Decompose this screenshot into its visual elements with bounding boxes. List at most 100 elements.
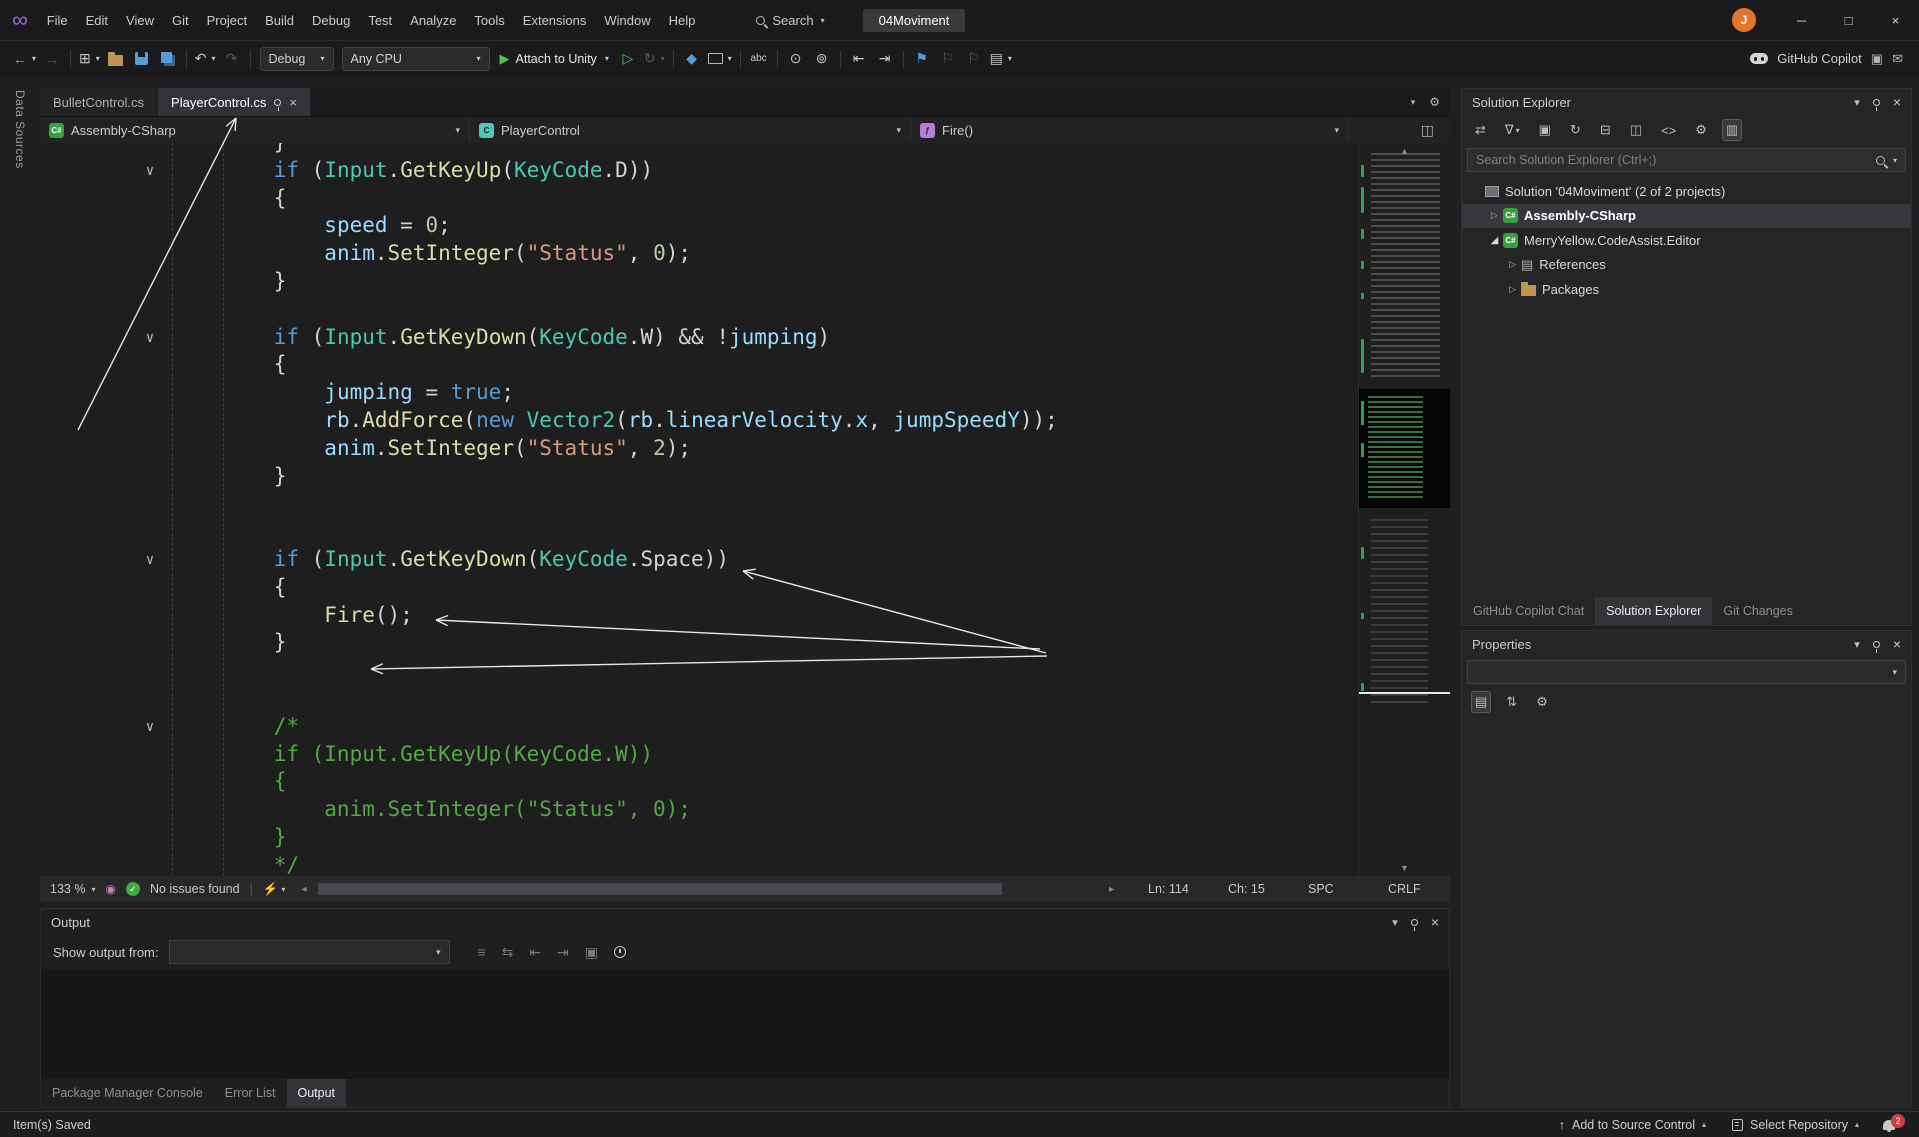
- tree-item-merryyellow-codeassist-editor[interactable]: ◢C#MerryYellow.CodeAssist.Editor: [1462, 228, 1911, 253]
- save-all-button[interactable]: [155, 46, 181, 72]
- code-line[interactable]: anim.SetInteger("Status", 2);: [40, 435, 1356, 463]
- code-line[interactable]: if (Input.GetKeyUp(KeyCode.W)): [40, 741, 1356, 769]
- recent-files-icon[interactable]: ▣: [1536, 120, 1554, 140]
- github-copilot-group[interactable]: GitHub Copilot ▣ ✉: [1750, 51, 1903, 67]
- show-all-files-icon[interactable]: ◫: [1627, 120, 1645, 140]
- collapse-all-icon[interactable]: ⊟: [1597, 120, 1614, 140]
- minimize-button[interactable]: ─: [1778, 0, 1825, 40]
- code-line[interactable]: ∨ if (Input.GetKeyDown(KeyCode.Space)): [40, 546, 1356, 574]
- tab-bulletcontrol[interactable]: BulletControl.cs: [40, 88, 158, 116]
- attach-to-unity-button[interactable]: ▶ Attach to Unity ▾: [494, 46, 615, 72]
- start-without-debugging-button[interactable]: ▷: [615, 46, 641, 72]
- undo-button[interactable]: ↶ ▾: [192, 46, 219, 72]
- solution-search-box[interactable]: ▾: [1467, 148, 1906, 172]
- menu-item-3[interactable]: Git: [163, 0, 198, 40]
- horizontal-scrollbar[interactable]: ◂ ▸: [295, 876, 1120, 902]
- scroll-left-icon[interactable]: ◂: [301, 884, 306, 895]
- code-line[interactable]: anim.SetInteger("Status", 0);: [40, 240, 1356, 268]
- task-list-button[interactable]: ▤ ▾: [987, 46, 1015, 72]
- pin-icon[interactable]: [274, 99, 281, 106]
- navigate-forward-button[interactable]: →: [39, 46, 65, 72]
- code-cleanup-button[interactable]: ⚡ ▾: [263, 882, 286, 897]
- code-line[interactable]: rb.AddForce(new Vector2(rb.linearVelocit…: [40, 407, 1356, 435]
- close-icon[interactable]: ×: [1893, 636, 1901, 652]
- tree-item-references[interactable]: ▷▤References: [1462, 253, 1911, 278]
- preview-in-browser-button[interactable]: ▾: [705, 46, 735, 72]
- code-editor[interactable]: } ∨ if (Input.GetKeyUp(KeyCode.D)) { spee…: [40, 143, 1450, 876]
- code-line[interactable]: jumping = true;: [40, 379, 1356, 407]
- member-dropdown[interactable]: ƒ Fire() ▾: [911, 117, 1349, 143]
- menu-item-8[interactable]: Analyze: [401, 0, 465, 40]
- tab-solution-explorer[interactable]: Solution Explorer: [1595, 597, 1712, 625]
- scrollbar-thumb[interactable]: [318, 883, 1001, 895]
- view-code-icon[interactable]: <>: [1658, 121, 1679, 140]
- tree-item-solution-04moviment-2-of-2-pro[interactable]: Solution '04Moviment' (2 of 2 projects): [1462, 179, 1911, 204]
- minimap-viewport[interactable]: [1359, 389, 1450, 508]
- tab-output[interactable]: Output: [287, 1079, 347, 1107]
- spell-checker-button[interactable]: abc: [746, 46, 772, 72]
- feedback-icon[interactable]: ✉: [1892, 51, 1903, 67]
- chevron-down-icon[interactable]: ▾: [1854, 638, 1860, 651]
- open-external-icon[interactable]: ▣: [1871, 51, 1883, 67]
- code-line[interactable]: [40, 518, 1356, 546]
- toolbar-separator[interactable]: [740, 50, 741, 68]
- close-icon[interactable]: ×: [1893, 94, 1901, 110]
- code-line[interactable]: [40, 657, 1356, 685]
- code-line[interactable]: speed = 0;: [40, 212, 1356, 240]
- toolbar-separator[interactable]: [840, 50, 841, 68]
- type-dropdown[interactable]: C PlayerControl ▾: [470, 117, 911, 143]
- close-button[interactable]: ×: [1872, 0, 1919, 40]
- properties-wrench-icon[interactable]: ⚙: [1692, 120, 1710, 140]
- split-editor-icon[interactable]: ◫: [1421, 122, 1434, 139]
- toolbar-separator[interactable]: [673, 50, 674, 68]
- tree-item-packages[interactable]: ▷Packages: [1462, 277, 1911, 302]
- pin-icon[interactable]: [1411, 919, 1418, 926]
- code-line[interactable]: }: [40, 463, 1356, 491]
- tree-collapsed-arrow-icon[interactable]: ▷: [1504, 259, 1521, 270]
- tab-git-changes[interactable]: Git Changes: [1712, 597, 1803, 625]
- output-list-icon[interactable]: ≡: [478, 944, 486, 960]
- decrease-indent-button[interactable]: ⇤: [846, 46, 872, 72]
- menu-item-10[interactable]: Extensions: [514, 0, 596, 40]
- menu-item-6[interactable]: Debug: [303, 0, 359, 40]
- unity-tool-button[interactable]: ◆: [679, 46, 705, 72]
- increase-indent-button[interactable]: ⇥: [872, 46, 898, 72]
- toolbar-separator[interactable]: [70, 50, 71, 68]
- scrollbar-track[interactable]: [310, 883, 1105, 895]
- zoom-dropdown[interactable]: 133 % ▾: [50, 882, 95, 896]
- new-project-button[interactable]: ⊞ ▾: [76, 46, 103, 72]
- toolbar-separator[interactable]: [777, 50, 778, 68]
- hot-reload-button[interactable]: ↻ ▾: [641, 46, 668, 72]
- code-line[interactable]: {: [40, 185, 1356, 213]
- clear-all-icon[interactable]: ▣: [585, 944, 598, 961]
- categorized-icon[interactable]: ▤: [1472, 692, 1490, 712]
- fold-chevron-icon[interactable]: ∨: [138, 547, 162, 575]
- close-icon[interactable]: ×: [1431, 914, 1439, 930]
- pending-changes-filter-icon[interactable]: ∇ ▾: [1502, 120, 1523, 140]
- intellisense-suggest-button[interactable]: ⊙: [783, 46, 809, 72]
- active-document-title[interactable]: 04Moviment: [863, 9, 966, 32]
- code-line[interactable]: */: [40, 852, 1356, 876]
- properties-object-dropdown[interactable]: ▾: [1467, 660, 1906, 684]
- code-line[interactable]: ∨ if (Input.GetKeyUp(KeyCode.D)): [40, 157, 1356, 185]
- prev-bookmark-button[interactable]: ⚐: [935, 46, 961, 72]
- tab-settings-gear-icon[interactable]: ⚙: [1429, 95, 1440, 109]
- intellisense-complete-button[interactable]: ⊚: [809, 46, 835, 72]
- chevron-down-icon[interactable]: ▾: [1392, 916, 1398, 929]
- open-file-button[interactable]: [103, 46, 129, 72]
- alphabetical-icon[interactable]: ⇅: [1503, 692, 1520, 712]
- menu-item-0[interactable]: File: [38, 0, 77, 40]
- toolbar-separator[interactable]: [250, 50, 251, 68]
- tab-package-manager-console[interactable]: Package Manager Console: [41, 1079, 214, 1107]
- preview-selected-items-icon[interactable]: ▥: [1723, 120, 1741, 140]
- notifications-button[interactable]: 2: [1872, 1112, 1906, 1137]
- tab-error-list[interactable]: Error List: [214, 1079, 287, 1107]
- refresh-icon[interactable]: ↻: [1567, 120, 1584, 140]
- select-repository-button[interactable]: Select Repository ▴: [1719, 1112, 1872, 1137]
- property-pages-icon[interactable]: ⚙: [1533, 692, 1551, 712]
- menu-item-12[interactable]: Help: [660, 0, 705, 40]
- fold-chevron-icon[interactable]: ∨: [138, 158, 162, 186]
- output-content[interactable]: [41, 969, 1449, 1079]
- code-line[interactable]: [40, 685, 1356, 713]
- code-line[interactable]: ∨ if (Input.GetKeyDown(KeyCode.W) && !ju…: [40, 324, 1356, 352]
